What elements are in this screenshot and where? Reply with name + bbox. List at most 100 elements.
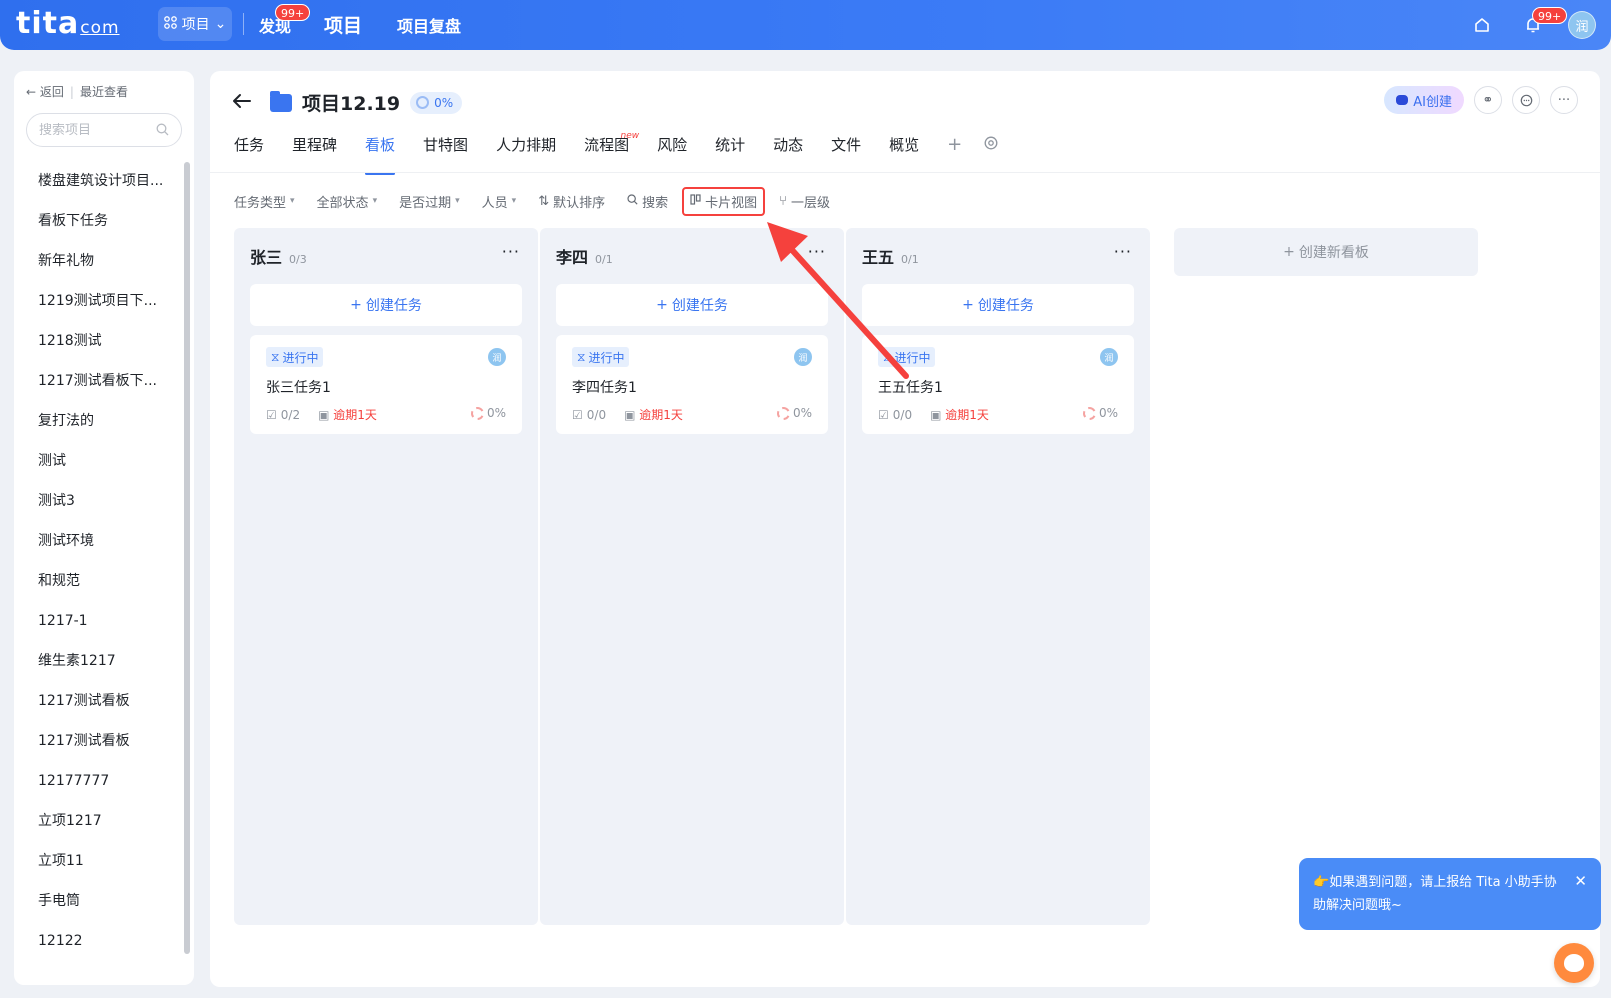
project-list-item[interactable]: 12177777 bbox=[14, 761, 179, 801]
tab-statistics[interactable]: 统计 bbox=[715, 133, 745, 167]
project-search-input[interactable] bbox=[39, 122, 149, 138]
column-more-icon[interactable]: ··· bbox=[1114, 242, 1132, 261]
task-meta: ☑ 0/0 ▣ 逾期1天 bbox=[572, 406, 683, 423]
back-link[interactable]: ← 返回 bbox=[26, 83, 64, 100]
tab-overview[interactable]: 概览 bbox=[889, 133, 919, 167]
task-progress: 0% bbox=[470, 406, 506, 420]
project-list-item[interactable]: 看板下任务 bbox=[14, 201, 179, 241]
task-card[interactable]: ⧖ 进行中 润 张三任务1 ☑ 0/2 ▣ 逾期1天 0% bbox=[250, 335, 522, 434]
more-icon[interactable]: ··· bbox=[1550, 86, 1578, 114]
nav-project-review[interactable]: 项目复盘 bbox=[397, 13, 461, 37]
project-list-item[interactable]: 12122 bbox=[14, 921, 179, 961]
checklist-icon: ☑ bbox=[266, 407, 277, 422]
status-filter[interactable]: 全部状态 ▾ bbox=[317, 192, 378, 211]
project-list-item[interactable]: 1217测试看板下... bbox=[14, 361, 179, 401]
project-list-item[interactable]: 测试3 bbox=[14, 481, 179, 521]
status-label: 进行中 bbox=[588, 350, 625, 365]
overdue-filter[interactable]: 是否过期 ▾ bbox=[399, 192, 460, 211]
project-list-item[interactable]: 测试环境 bbox=[14, 521, 179, 561]
sort-icon: ⇅ bbox=[538, 193, 550, 209]
tab-flowchart[interactable]: 流程图 new bbox=[584, 131, 639, 167]
search-label: 搜索 bbox=[642, 195, 669, 211]
column-more-icon[interactable]: ··· bbox=[502, 242, 520, 261]
create-task-button[interactable]: + 创建任务 bbox=[556, 284, 828, 326]
card-view-label: 卡片视图 bbox=[705, 195, 758, 211]
sidebar-scrollbar[interactable] bbox=[184, 162, 190, 954]
level-button[interactable]: ⑂ 一层级 bbox=[779, 192, 830, 211]
project-progress-value: 0% bbox=[434, 95, 454, 110]
tab-settings-icon[interactable] bbox=[984, 133, 998, 167]
sort-button[interactable]: ⇅ 默认排序 bbox=[538, 192, 605, 211]
assignee-avatar[interactable]: 润 bbox=[488, 348, 506, 366]
project-search-box[interactable] bbox=[26, 113, 182, 147]
app-switcher-button[interactable]: 项目 ⌄ bbox=[158, 7, 232, 41]
create-task-button[interactable]: + 创建任务 bbox=[862, 284, 1134, 326]
create-board-button[interactable]: + 创建新看板 bbox=[1174, 228, 1478, 276]
due-label: 逾期1天 bbox=[945, 408, 989, 422]
hourglass-icon: ⧖ bbox=[577, 349, 586, 364]
project-list-item[interactable]: 立项11 bbox=[14, 841, 179, 881]
task-title: 王五任务1 bbox=[878, 380, 943, 396]
close-icon[interactable]: ✕ bbox=[1574, 870, 1587, 893]
bell-icon[interactable]: 99+ bbox=[1520, 7, 1568, 38]
search-button[interactable]: 搜索 bbox=[627, 192, 668, 211]
tab-board[interactable]: 看板 bbox=[365, 133, 396, 175]
project-list-item[interactable]: 测试 bbox=[14, 441, 179, 481]
assignee-avatar[interactable]: 润 bbox=[794, 348, 812, 366]
task-progress-value: 0% bbox=[486, 406, 506, 420]
project-list-item[interactable]: 维生素1217 bbox=[14, 641, 179, 681]
user-avatar[interactable]: 润 bbox=[1568, 11, 1596, 39]
task-type-filter[interactable]: 任务类型 ▾ bbox=[234, 192, 295, 211]
project-header: 项目12.19 0% bbox=[232, 89, 463, 116]
task-card[interactable]: ⧖ 进行中 润 王五任务1 ☑ 0/0 ▣ 逾期1天 0% bbox=[862, 335, 1134, 434]
tab-activity[interactable]: 动态 bbox=[773, 133, 803, 167]
progress-ring-icon bbox=[470, 406, 484, 420]
project-list-item[interactable]: 手电筒 bbox=[14, 881, 179, 921]
assistant-icon[interactable] bbox=[1554, 943, 1594, 983]
ai-create-button[interactable]: AI创建 bbox=[1384, 86, 1464, 114]
project-list-item[interactable]: 1217测试看板 bbox=[14, 721, 179, 761]
project-list-item[interactable]: 1219测试项目下... bbox=[14, 281, 179, 321]
task-card[interactable]: ⧖ 进行中 润 李四任务1 ☑ 0/0 ▣ 逾期1天 0% bbox=[556, 335, 828, 434]
tab-files[interactable]: 文件 bbox=[831, 133, 861, 167]
tab-tasks[interactable]: 任务 bbox=[234, 133, 264, 167]
tabs-divider bbox=[210, 172, 1600, 173]
tab-milestones[interactable]: 里程碑 bbox=[292, 133, 337, 167]
checklist-icon: ☑ bbox=[878, 407, 889, 422]
column-name: 李四 bbox=[556, 248, 589, 267]
project-list-item[interactable]: 楼盘建筑设计项目... bbox=[14, 161, 179, 201]
tab-resource-schedule[interactable]: 人力排期 bbox=[496, 133, 556, 167]
project-list-item[interactable]: 复打法的 bbox=[14, 401, 179, 441]
comment-icon[interactable] bbox=[1512, 86, 1540, 114]
back-arrow-icon[interactable] bbox=[232, 90, 256, 115]
home-icon[interactable] bbox=[1469, 12, 1495, 38]
progress-ring-icon bbox=[1082, 406, 1096, 420]
project-list-item[interactable]: 1217-1 bbox=[14, 601, 179, 641]
card-view-button[interactable]: 卡片视图 bbox=[682, 186, 766, 216]
project-list: 楼盘建筑设计项目... 看板下任务 新年礼物 1219测试项目下... 1218… bbox=[14, 161, 182, 961]
discover-badge: 99+ bbox=[275, 4, 311, 21]
people-filter[interactable]: 人员 ▾ bbox=[482, 192, 517, 211]
nav-project[interactable]: 项目 bbox=[324, 11, 362, 38]
pointing-hand-icon: 👉 bbox=[1313, 875, 1330, 890]
create-task-button[interactable]: + 创建任务 bbox=[250, 284, 522, 326]
tab-gantt[interactable]: 甘特图 bbox=[423, 133, 468, 167]
board-column: 张三 0/3 ··· + 创建任务 ⧖ 进行中 润 张三任务1 ☑ 0/2 ▣ 逾期… bbox=[234, 228, 538, 925]
nav-discover[interactable]: 发现 99+ bbox=[259, 4, 311, 37]
toast-message: 如果遇到问题，请上报给 Tita 小助手协助解决问题哦~ bbox=[1313, 875, 1557, 913]
recent-link[interactable]: 最近查看 bbox=[80, 83, 128, 100]
ai-create-label: AI创建 bbox=[1413, 94, 1452, 110]
column-count: 0/1 bbox=[595, 253, 613, 266]
project-list-item[interactable]: 和规范 bbox=[14, 561, 179, 601]
tab-risk[interactable]: 风险 bbox=[657, 133, 687, 167]
project-list-item[interactable]: 1218测试 bbox=[14, 321, 179, 361]
assignee-avatar[interactable]: 润 bbox=[1100, 348, 1118, 366]
project-list-item[interactable]: 1217测试看板 bbox=[14, 681, 179, 721]
project-list-item[interactable]: 立项1217 bbox=[14, 801, 179, 841]
tita-logo[interactable]: titacom bbox=[16, 6, 120, 41]
column-more-icon[interactable]: ··· bbox=[808, 242, 826, 261]
project-list-item[interactable]: 新年礼物 bbox=[14, 241, 179, 281]
add-tab-icon[interactable]: + bbox=[947, 133, 962, 167]
link-icon[interactable]: ⚭ bbox=[1474, 86, 1502, 114]
search-icon bbox=[627, 193, 638, 209]
